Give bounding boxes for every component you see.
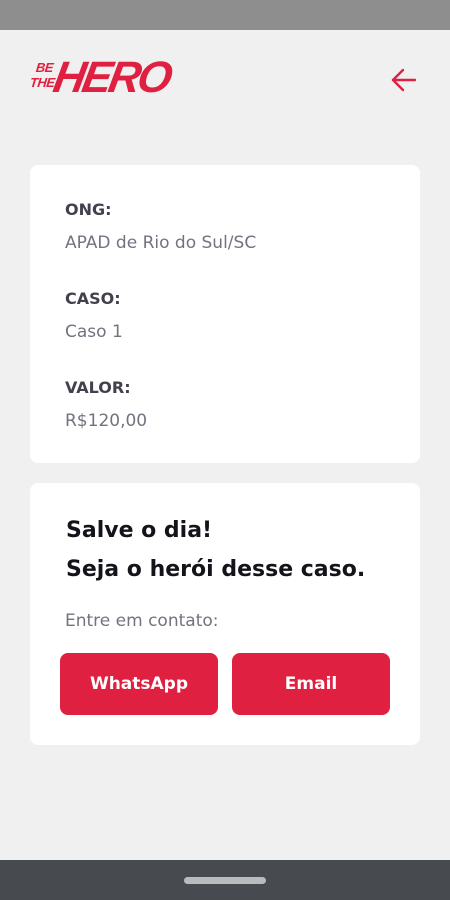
contact-title-line1: Salve o dia! bbox=[66, 518, 213, 543]
valor-value: R$120,00 bbox=[65, 411, 148, 431]
ong-label: ONG: bbox=[65, 200, 112, 219]
arrow-left-icon bbox=[391, 68, 417, 92]
incident-details-card: ONG: APAD de Rio do Sul/SC CASO: Caso 1 … bbox=[30, 165, 420, 463]
logo-be-text: BE bbox=[35, 60, 54, 75]
be-the-hero-logo: BE THE HERO bbox=[29, 52, 173, 108]
email-button[interactable]: Email bbox=[232, 653, 390, 715]
system-navigation-bar bbox=[0, 860, 450, 900]
back-button[interactable] bbox=[390, 66, 418, 94]
status-bar bbox=[0, 0, 450, 30]
caso-label: CASO: bbox=[65, 289, 121, 308]
contact-card: Salve o dia! Seja o herói desse caso. En… bbox=[30, 483, 420, 745]
home-gesture-handle[interactable] bbox=[184, 877, 266, 884]
contact-description: Entre em contato: bbox=[65, 611, 219, 631]
whatsapp-button[interactable]: WhatsApp bbox=[60, 653, 218, 715]
detail-screen: BE THE HERO ONG: APAD de Rio do Sul/SC C… bbox=[0, 30, 450, 860]
logo-hero-text: HERO bbox=[49, 53, 174, 102]
contact-title-line2: Seja o herói desse caso. bbox=[66, 557, 366, 582]
header: BE THE HERO bbox=[29, 52, 420, 112]
caso-value: Caso 1 bbox=[65, 322, 123, 342]
ong-value: APAD de Rio do Sul/SC bbox=[65, 233, 257, 253]
valor-label: VALOR: bbox=[65, 378, 131, 397]
